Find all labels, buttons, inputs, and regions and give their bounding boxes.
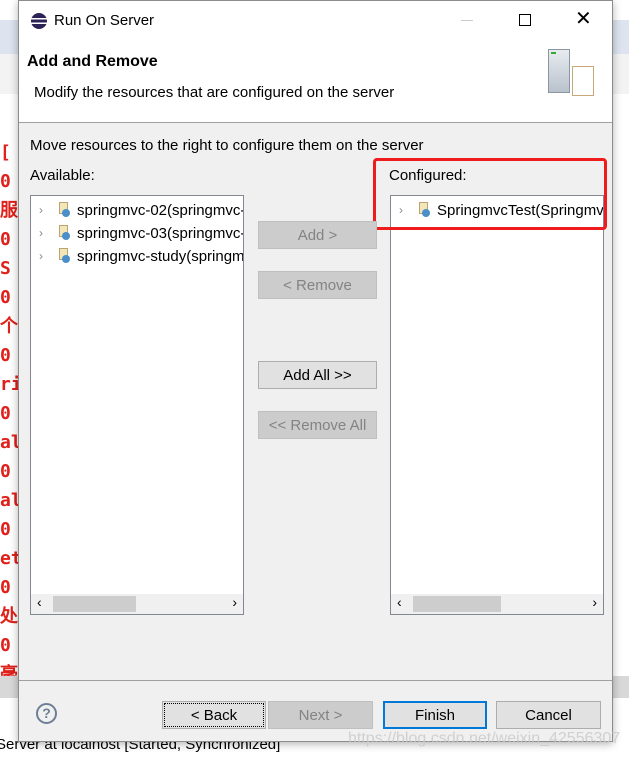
chevron-right-icon[interactable]: › <box>39 249 57 263</box>
available-label: Available: <box>30 167 95 184</box>
dialog-title: Run On Server <box>54 12 155 29</box>
scroll-left-icon[interactable]: ‹ <box>397 594 402 610</box>
scroll-thumb[interactable] <box>53 596 136 612</box>
list-item[interactable]: ›springmvc-02(springmvc-02) <box>39 199 243 221</box>
instruction-text: Move resources to the right to configure… <box>30 137 424 154</box>
wizard-header: Add and Remove Modify the resources that… <box>19 41 612 123</box>
page-description: Modify the resources that are configured… <box>34 84 395 101</box>
title-bar: Run On Server ✕ <box>19 1 612 41</box>
help-icon[interactable]: ? <box>36 703 57 724</box>
watermark: https://blog.csdn.net/weixin_42556307 <box>348 730 621 747</box>
configured-highlight-box <box>373 158 607 230</box>
close-button[interactable]: ✕ <box>575 9 592 29</box>
chevron-right-icon[interactable]: › <box>39 226 57 240</box>
server-wizard-icon <box>546 48 606 108</box>
web-project-icon <box>57 202 71 218</box>
scroll-right-icon[interactable]: › <box>232 594 237 610</box>
minimize-button[interactable] <box>461 20 473 21</box>
configured-list[interactable]: ›SpringmvcTest(SpringmvcTest) ‹ › <box>390 195 604 615</box>
scroll-right-icon[interactable]: › <box>592 594 597 610</box>
horizontal-scrollbar[interactable]: ‹ › <box>31 594 243 614</box>
scroll-thumb[interactable] <box>413 596 501 612</box>
back-button[interactable]: < Back <box>162 701 266 729</box>
list-item[interactable]: ›springmvc-study(springmvc-study) <box>39 245 243 267</box>
horizontal-scrollbar[interactable]: ‹ › <box>391 594 603 614</box>
eclipse-icon <box>31 13 47 29</box>
page-title: Add and Remove <box>27 53 158 70</box>
add-all-button[interactable]: Add All >> <box>258 361 377 389</box>
maximize-button[interactable] <box>519 14 531 26</box>
cancel-button[interactable]: Cancel <box>496 701 601 729</box>
list-item[interactable]: ›springmvc-03(springmvc-03) <box>39 222 243 244</box>
chevron-right-icon[interactable]: › <box>39 203 57 217</box>
run-on-server-dialog: Run On Server ✕ Add and Remove Modify th… <box>18 0 613 742</box>
next-button[interactable]: Next > <box>268 701 373 729</box>
add-button[interactable]: Add > <box>258 221 377 249</box>
remove-button[interactable]: < Remove <box>258 271 377 299</box>
finish-button[interactable]: Finish <box>383 701 487 729</box>
console-fragment: [0 服 0 S 0 个 0 ri 0 al 0 al 0 et 0 处 0 毫 <box>0 142 18 685</box>
web-project-icon <box>57 248 71 264</box>
available-list[interactable]: ›springmvc-02(springmvc-02) ›springmvc-0… <box>30 195 244 615</box>
web-project-icon <box>57 225 71 241</box>
footer-separator <box>19 680 612 681</box>
remove-all-button[interactable]: << Remove All <box>258 411 377 439</box>
scroll-left-icon[interactable]: ‹ <box>37 594 42 610</box>
